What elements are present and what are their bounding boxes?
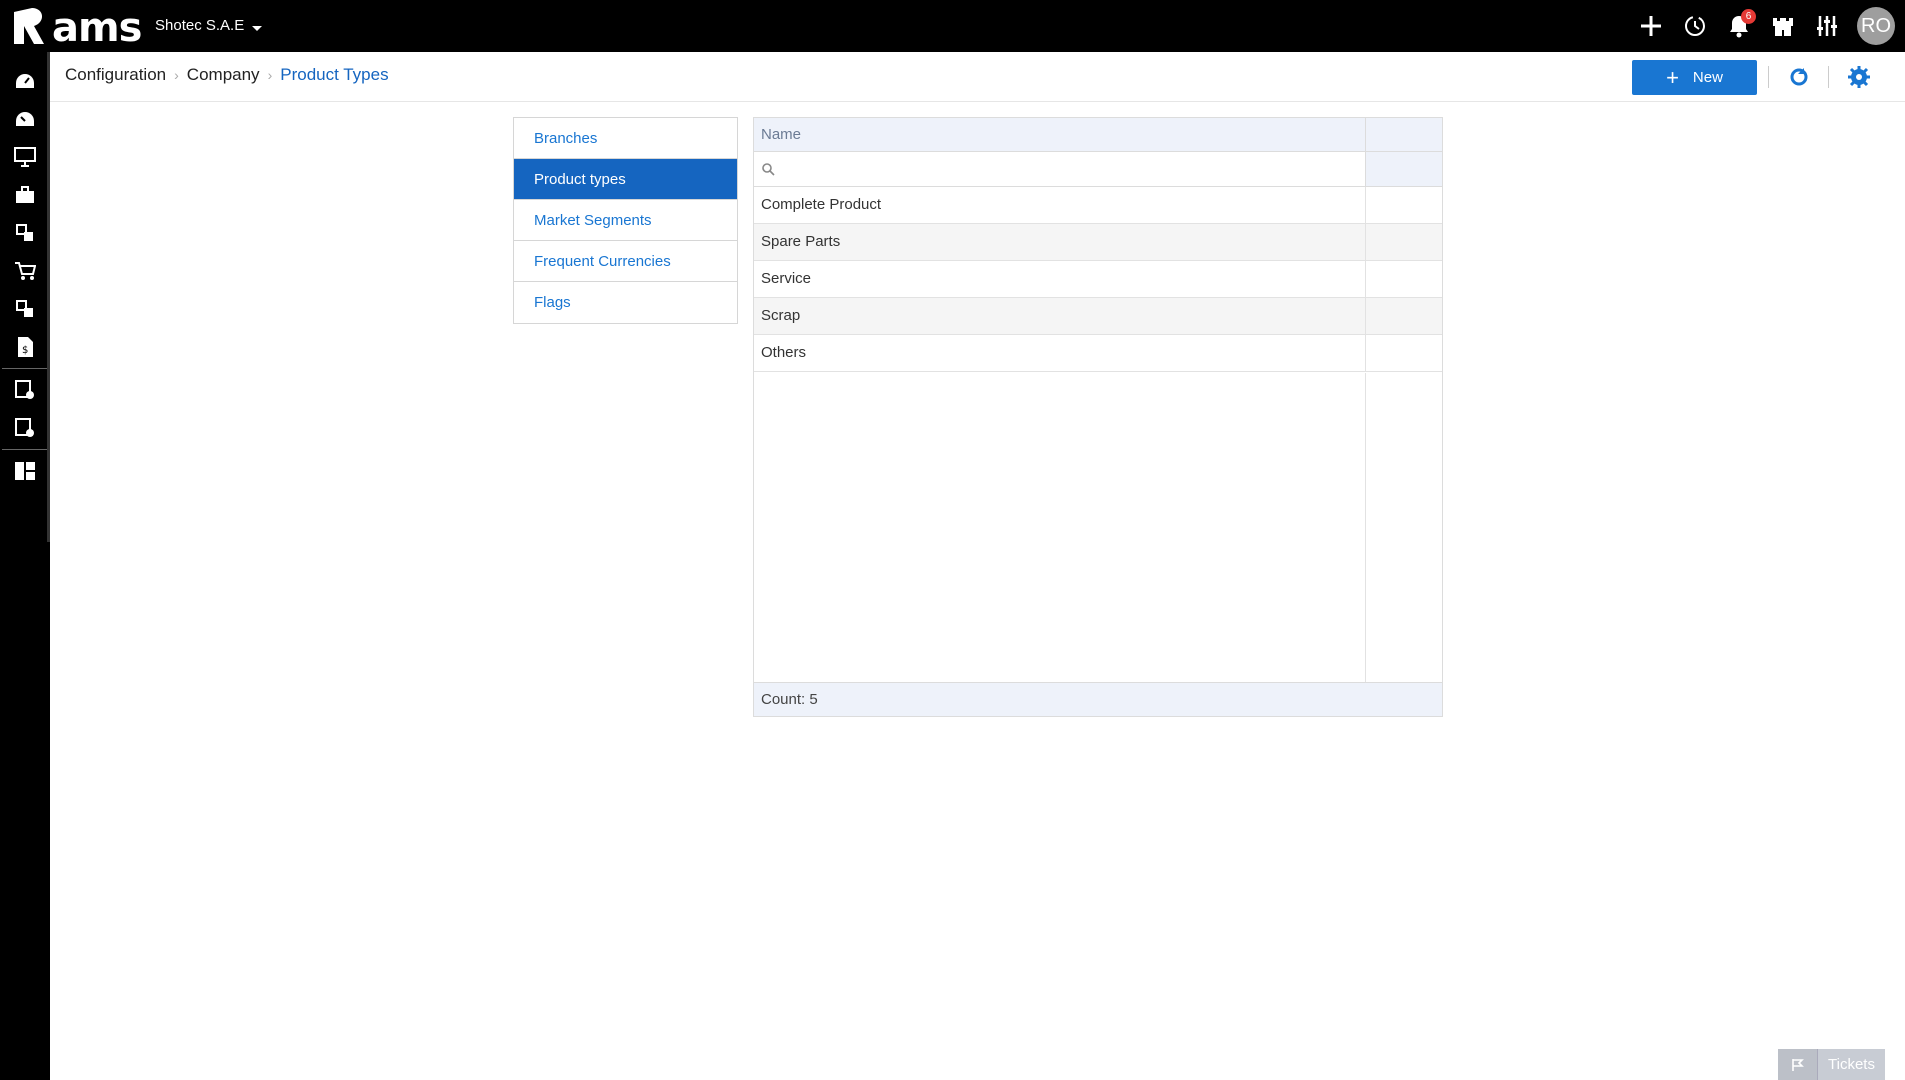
approved-doc-icon[interactable] (0, 371, 50, 409)
table-row[interactable]: Spare Parts (754, 224, 1442, 261)
monitor-icon[interactable] (0, 138, 50, 176)
column-header-name[interactable]: Name (754, 118, 1366, 151)
breadcrumb: Configuration › Company › Product Types (65, 65, 389, 85)
notifications-icon[interactable]: 6 (1717, 0, 1761, 52)
doc-settings-icon[interactable] (0, 409, 50, 447)
filter-extra-cell (1366, 152, 1442, 186)
search-icon (762, 163, 775, 176)
gauge-icon[interactable] (0, 100, 50, 138)
product-types-grid: Name Complete Product Spare Parts Servic… (753, 117, 1443, 717)
table-row[interactable]: Complete Product (754, 187, 1442, 224)
nav-item-flags[interactable]: Flags (514, 282, 737, 323)
table-row[interactable]: Others (754, 335, 1442, 372)
sidebar-scrollbar[interactable] (47, 52, 50, 542)
breadcrumb-configuration[interactable]: Configuration (65, 65, 166, 85)
config-icon[interactable] (0, 452, 50, 490)
nav-item-frequent-currencies[interactable]: Frequent Currencies (514, 241, 737, 282)
row-name: Others (754, 335, 1366, 371)
name-filter-input[interactable] (754, 152, 1365, 186)
briefcase-icon[interactable] (0, 176, 50, 214)
divider (1768, 66, 1769, 88)
chevron-right-icon: › (267, 67, 273, 83)
inventory-icon[interactable] (0, 290, 50, 328)
filter-row (754, 152, 1442, 187)
chevron-right-icon: › (174, 67, 179, 83)
page-header: Configuration › Company › Product Types … (50, 52, 1905, 102)
config-nav-list: Branches Product types Market Segments F… (513, 117, 738, 324)
logo-text: ams (52, 5, 142, 51)
modules-icon[interactable] (0, 214, 50, 252)
row-name: Scrap (754, 298, 1366, 334)
notification-badge: 6 (1741, 9, 1756, 24)
gear-icon[interactable] (1847, 65, 1871, 89)
nav-item-product-types[interactable]: Product types (514, 159, 737, 200)
history-icon[interactable] (1673, 0, 1717, 52)
app-logo[interactable]: ams (10, 4, 142, 50)
sidebar: $ (0, 52, 50, 1080)
sidebar-divider (2, 368, 48, 369)
flag-icon (1778, 1049, 1818, 1080)
tickets-label: Tickets (1828, 1056, 1875, 1073)
svg-text:$: $ (22, 345, 28, 356)
castle-icon[interactable] (1761, 0, 1805, 52)
row-name: Service (754, 261, 1366, 297)
breadcrumb-company[interactable]: Company (187, 65, 260, 85)
breadcrumb-product-types: Product Types (280, 65, 389, 84)
refresh-icon[interactable] (1787, 65, 1811, 89)
avatar[interactable]: RO (1857, 7, 1895, 45)
new-button[interactable]: + New (1632, 60, 1757, 95)
divider (1828, 66, 1829, 88)
tickets-button[interactable]: Tickets (1778, 1049, 1885, 1080)
plus-icon: + (1666, 64, 1679, 90)
column-header-actions (1366, 118, 1442, 151)
grid-header: Name (754, 118, 1442, 152)
dashboard-icon[interactable] (0, 62, 50, 100)
table-row[interactable]: Scrap (754, 298, 1442, 335)
add-icon[interactable] (1629, 0, 1673, 52)
row-name: Complete Product (754, 187, 1366, 223)
invoice-dollar-icon[interactable]: $ (0, 328, 50, 366)
table-row[interactable]: Service (754, 261, 1442, 298)
nav-item-market-segments[interactable]: Market Segments (514, 200, 737, 241)
new-button-label: New (1692, 69, 1723, 86)
nav-item-branches[interactable]: Branches (514, 118, 737, 159)
company-selector[interactable]: Shotec S.A.E (155, 17, 263, 34)
chevron-down-icon (252, 25, 263, 31)
logo-mark (14, 8, 44, 44)
sidebar-divider (2, 449, 48, 450)
settings-sliders-icon[interactable] (1805, 0, 1849, 52)
cart-icon[interactable] (0, 252, 50, 290)
grid-footer-count: Count: 5 (754, 682, 1442, 716)
company-name: Shotec S.A.E (155, 17, 245, 34)
top-bar: ams Shotec S.A.E 6 RO (0, 0, 1905, 52)
row-name: Spare Parts (754, 224, 1366, 260)
grid-empty-area (754, 373, 1366, 682)
